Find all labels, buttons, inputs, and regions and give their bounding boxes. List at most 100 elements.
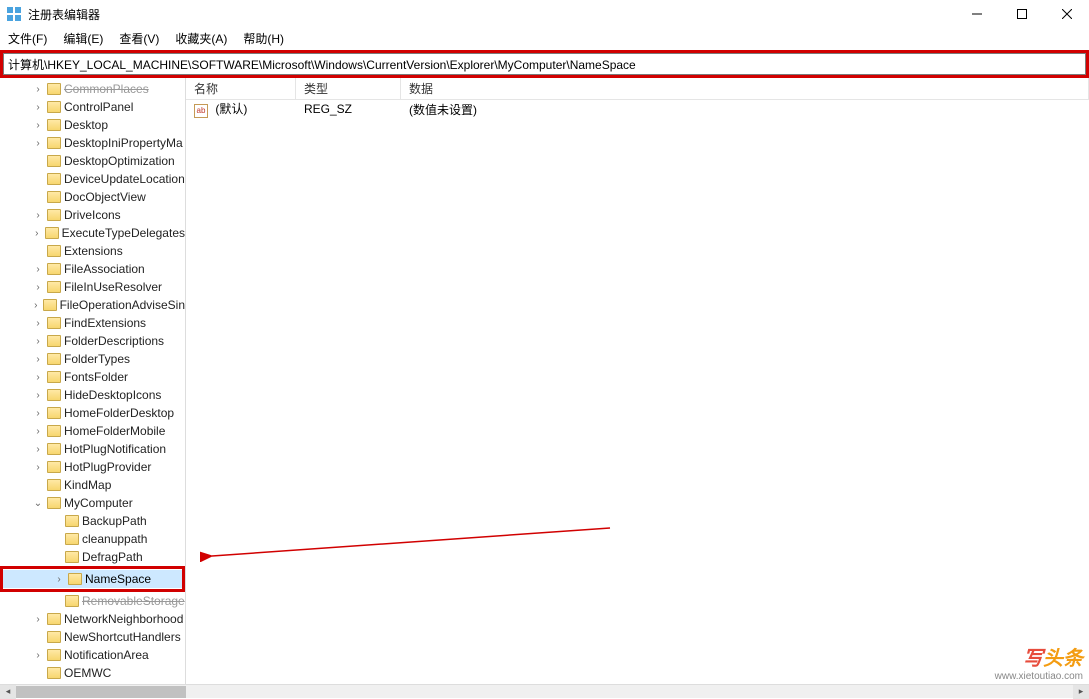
list-row[interactable]: ab (默认) REG_SZ (数值未设置) xyxy=(186,100,1089,118)
tree-item-desktopoptimization[interactable]: DesktopOptimization xyxy=(0,152,185,170)
tree-item-fontsfolder[interactable]: ›FontsFolder xyxy=(0,368,185,386)
expander-icon[interactable]: › xyxy=(32,120,44,131)
folder-icon xyxy=(47,667,61,679)
tree-item-fileassociation[interactable]: ›FileAssociation xyxy=(0,260,185,278)
minimize-button[interactable] xyxy=(954,0,999,28)
folder-icon xyxy=(47,443,61,455)
expander-icon[interactable]: › xyxy=(32,300,40,311)
expander-icon[interactable]: › xyxy=(32,426,44,437)
tree-item-desktop[interactable]: ›Desktop xyxy=(0,116,185,134)
tree-item-kindmap[interactable]: KindMap xyxy=(0,476,185,494)
tree-item-networkneighborhood[interactable]: ›NetworkNeighborhood xyxy=(0,610,185,628)
folder-icon xyxy=(47,631,61,643)
tree-item-label: DeviceUpdateLocation xyxy=(64,172,185,186)
tree-item-driveicons[interactable]: ›DriveIcons xyxy=(0,206,185,224)
tree-item-label: HomeFolderDesktop xyxy=(64,406,174,420)
tree-item-label: NameSpace xyxy=(85,572,151,586)
tree-item-fileinuseresolver[interactable]: ›FileInUseResolver xyxy=(0,278,185,296)
expander-icon[interactable]: › xyxy=(32,390,44,401)
tree-item-hotplugprovider[interactable]: ›HotPlugProvider xyxy=(0,458,185,476)
tree-item-label: BackupPath xyxy=(82,514,147,528)
expander-icon[interactable]: ⌄ xyxy=(32,498,44,509)
tree-item-controlpanel[interactable]: ›ControlPanel xyxy=(0,98,185,116)
expander-icon[interactable]: › xyxy=(32,408,44,419)
tree-item-notificationarea[interactable]: ›NotificationArea xyxy=(0,646,185,664)
tree-item-findextensions[interactable]: › FindExtensions xyxy=(0,314,185,332)
tree-item-backuppath[interactable]: BackupPath xyxy=(0,512,185,530)
expander-icon[interactable]: › xyxy=(32,372,44,383)
folder-icon xyxy=(47,101,61,113)
folder-icon xyxy=(47,191,61,203)
expander-icon[interactable]: › xyxy=(32,650,44,661)
expander-icon[interactable]: › xyxy=(53,574,65,585)
expander-icon[interactable]: › xyxy=(32,318,44,329)
minimize-icon xyxy=(972,9,982,19)
tree-item-fileoperationadvisesin[interactable]: ›FileOperationAdviseSin xyxy=(0,296,185,314)
tree-item-folderdescriptions[interactable]: ›FolderDescriptions xyxy=(0,332,185,350)
watermark-brand-1: 写 xyxy=(1023,648,1043,670)
tree-item-homefoldermobile[interactable]: ›HomeFolderMobile xyxy=(0,422,185,440)
close-button[interactable] xyxy=(1044,0,1089,28)
tree-item-extensions[interactable]: Extensions xyxy=(0,242,185,260)
tree-item-label: DesktopOptimization xyxy=(64,154,175,168)
tree-item-label: DocObjectView xyxy=(64,190,146,204)
col-header-type[interactable]: 类型 xyxy=(296,78,401,99)
menu-help[interactable]: 帮助(H) xyxy=(239,30,288,47)
tree-item-label: ExecuteTypeDelegates xyxy=(62,226,185,240)
watermark: 写头条 www.xietoutiao.com xyxy=(995,642,1083,682)
expander-icon[interactable]: › xyxy=(32,264,44,275)
tree-item-oemwc[interactable]: OEMWC xyxy=(0,664,185,682)
tree-item-removablestorage[interactable]: RemovableStorage xyxy=(0,592,185,610)
col-header-name[interactable]: 名称 xyxy=(186,78,296,99)
scroll-left-button[interactable]: ◂ xyxy=(0,685,16,699)
tree-pane[interactable]: ›CommonPlaces›ControlPanel›Desktop›Deskt… xyxy=(0,78,186,684)
menu-edit[interactable]: 编辑(E) xyxy=(59,30,107,47)
expander-icon[interactable]: › xyxy=(32,84,44,95)
tree-item-desktopinipropertyma[interactable]: ›DesktopIniPropertyMa xyxy=(0,134,185,152)
address-bar[interactable]: 计算机\HKEY_LOCAL_MACHINE\SOFTWARE\Microsof… xyxy=(3,53,1086,75)
folder-icon xyxy=(65,595,79,607)
tree-item-homefolderdesktop[interactable]: › HomeFolderDesktop xyxy=(0,404,185,422)
expander-icon[interactable]: › xyxy=(32,354,44,365)
folder-icon xyxy=(47,353,61,365)
expander-icon[interactable]: › xyxy=(32,336,44,347)
expander-icon[interactable]: › xyxy=(32,228,42,239)
tree-item-cleanuppath[interactable]: cleanuppath xyxy=(0,530,185,548)
tree-item-deviceupdatelocation[interactable]: DeviceUpdateLocation xyxy=(0,170,185,188)
tree-item-label: NewShortcutHandlers xyxy=(64,630,181,644)
tree-item-commonplaces[interactable]: ›CommonPlaces xyxy=(0,80,185,98)
tree-item-hotplugnotification[interactable]: › HotPlugNotification xyxy=(0,440,185,458)
tree-item-mycomputer[interactable]: ⌄MyComputer xyxy=(0,494,185,512)
tree-item-docobjectview[interactable]: DocObjectView xyxy=(0,188,185,206)
tree-item-defragpath[interactable]: DefragPath xyxy=(0,548,185,566)
maximize-button[interactable] xyxy=(999,0,1044,28)
expander-icon[interactable]: › xyxy=(32,138,44,149)
col-header-data[interactable]: 数据 xyxy=(401,78,1089,99)
tree-item-label: HotPlugNotification xyxy=(64,442,166,456)
tree-item-label: KindMap xyxy=(64,478,111,492)
tree-item-hidedesktopicons[interactable]: ›HideDesktopIcons xyxy=(0,386,185,404)
menu-view[interactable]: 查看(V) xyxy=(115,30,163,47)
tree-item-namespace[interactable]: › NameSpace xyxy=(3,570,182,588)
expander-icon[interactable]: › xyxy=(32,444,44,455)
tree-item-foldertypes[interactable]: ›FolderTypes xyxy=(0,350,185,368)
expander-icon[interactable]: › xyxy=(32,102,44,113)
tree-item-label: RemovableStorage xyxy=(82,594,185,608)
menu-favorites[interactable]: 收藏夹(A) xyxy=(171,30,231,47)
scroll-right-button[interactable]: ▸ xyxy=(1073,685,1089,699)
expander-icon[interactable]: › xyxy=(32,210,44,221)
maximize-icon xyxy=(1017,9,1027,19)
tree-item-executetypedelegates[interactable]: › ExecuteTypeDelegates xyxy=(0,224,185,242)
expander-icon[interactable]: › xyxy=(32,462,44,473)
horizontal-scrollbar[interactable]: ◂ ▸ xyxy=(0,684,1089,698)
tree-item-label: FindExtensions xyxy=(64,316,146,330)
scroll-thumb[interactable] xyxy=(16,686,186,698)
expander-icon[interactable]: › xyxy=(32,282,44,293)
address-highlight-box: 计算机\HKEY_LOCAL_MACHINE\SOFTWARE\Microsof… xyxy=(0,50,1089,78)
tree-item-newshortcuthandlers[interactable]: NewShortcutHandlers xyxy=(0,628,185,646)
folder-icon xyxy=(47,137,61,149)
expander-icon[interactable]: › xyxy=(32,614,44,625)
folder-icon xyxy=(45,227,59,239)
menu-file[interactable]: 文件(F) xyxy=(4,30,51,47)
folder-icon xyxy=(47,497,61,509)
